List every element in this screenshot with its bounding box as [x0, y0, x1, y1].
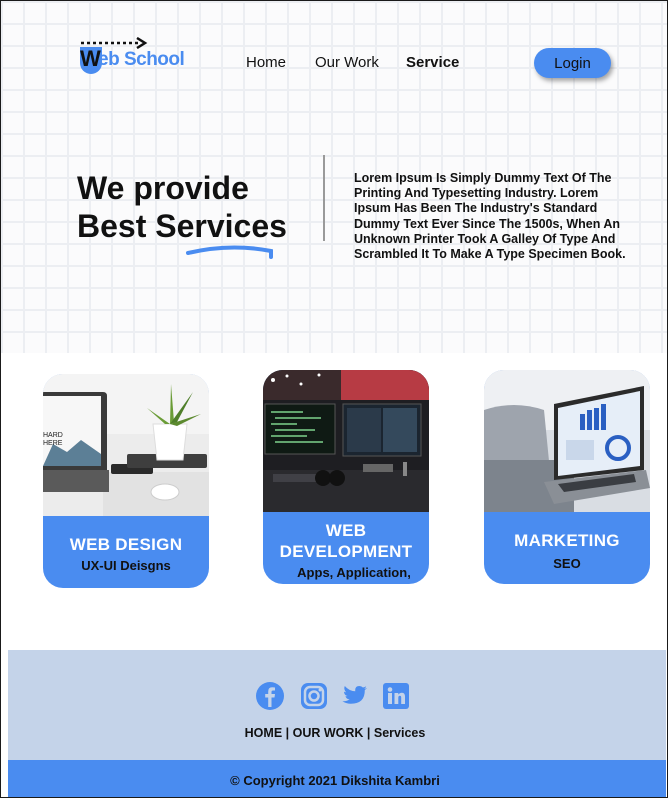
page-frame: W eb School Home Our Work Service Login …: [0, 0, 668, 798]
footer: [8, 650, 666, 760]
card-caption: WEB DEVELOPMENT Apps, Application,: [263, 520, 429, 580]
linkedin-icon[interactable]: [381, 681, 411, 711]
card-subtitle: UX-UI Deisgns: [81, 558, 171, 573]
card-title-line2: DEVELOPMENT: [279, 542, 413, 561]
logo[interactable]: W eb School: [77, 37, 189, 79]
service-card-web-design[interactable]: HARD HERE WEB DESIGN UX-UI Deisgns: [43, 374, 209, 588]
hero-title: We provide Best Services: [77, 169, 287, 245]
card-caption: MARKETING SEO: [484, 530, 650, 571]
underline-swoosh-icon: [186, 245, 273, 259]
footer-link-services[interactable]: Services: [374, 726, 425, 740]
card-image-laptop-analytics: [484, 370, 650, 512]
nav-item-home[interactable]: Home: [246, 54, 286, 71]
card-title: MARKETING: [514, 531, 620, 550]
card-caption: WEB DESIGN UX-UI Deisgns: [43, 534, 209, 573]
nav-item-our-work[interactable]: Our Work: [315, 54, 379, 71]
card-subtitle: Apps, Application,: [297, 565, 411, 580]
card-image-text: HARD: [43, 432, 63, 439]
footer-separator: |: [363, 726, 374, 740]
card-title-line1: WEB: [325, 521, 367, 540]
svg-text:HERE: HERE: [43, 440, 63, 447]
card-image-monitors: [263, 370, 429, 512]
copyright-text: © Copyright 2021 Dikshita Kambri: [230, 773, 440, 788]
hero-title-line1: We provide: [77, 170, 249, 206]
footer-separator: |: [282, 726, 293, 740]
hero-title-line2: Best Services: [77, 208, 287, 244]
hero-divider: [323, 155, 325, 241]
service-card-web-development[interactable]: WEB DEVELOPMENT Apps, Application,: [263, 370, 429, 584]
card-image-laptop-plant: HARD HERE: [43, 374, 209, 516]
footer-link-home[interactable]: HOME: [245, 726, 283, 740]
card-title: WEB DESIGN: [69, 535, 183, 554]
login-button[interactable]: Login: [534, 48, 611, 78]
logo-text: eb School: [98, 49, 185, 70]
footer-links: HOME | OUR WORK | Services: [1, 726, 667, 740]
footer-link-our-work[interactable]: OUR WORK: [293, 726, 364, 740]
facebook-icon[interactable]: [255, 681, 285, 711]
hero-description: Lorem Ipsum Is Simply Dummy Text Of The …: [354, 171, 626, 262]
service-card-marketing[interactable]: MARKETING SEO: [484, 370, 650, 584]
nav-item-service[interactable]: Service: [406, 54, 459, 71]
twitter-icon[interactable]: [339, 681, 369, 711]
card-subtitle: SEO: [553, 556, 581, 571]
instagram-icon[interactable]: [299, 681, 329, 711]
